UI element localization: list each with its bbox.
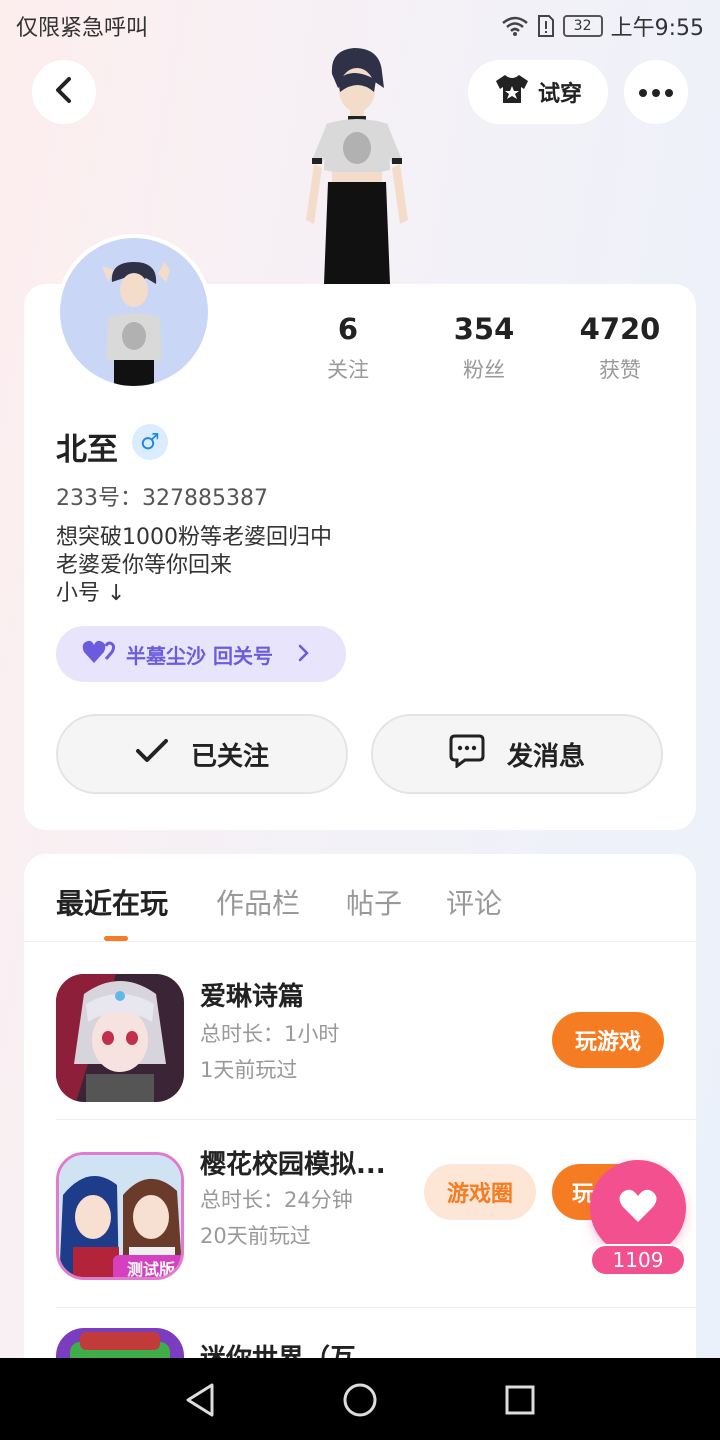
heart-icon (618, 1188, 658, 1228)
shirt-icon (494, 73, 530, 111)
tab-recent-playing[interactable]: 最近在玩 (56, 882, 168, 922)
chevron-right-icon (297, 640, 309, 668)
more-dots-icon (638, 83, 674, 102)
stat-fans-label: 粉丝 (463, 358, 505, 382)
emergency-call-text: 仅限紧急呼叫 (16, 16, 149, 41)
stat-following-value: 6 (337, 312, 359, 346)
chat-bubble-icon (449, 734, 485, 775)
status-time: 上午9:55 (610, 16, 704, 41)
character-figure-image (292, 44, 422, 284)
stat-likes-value: 4720 (579, 312, 661, 346)
user-name: 北至 (56, 432, 118, 468)
check-icon (135, 738, 169, 771)
game-title[interactable]: 爱琳诗篇 (200, 976, 304, 1013)
game-title[interactable]: 樱花校园模拟... (200, 1144, 386, 1181)
nav-home-icon[interactable] (338, 1378, 382, 1422)
game-test-badge: 测试版 (126, 1260, 175, 1279)
game-duration: 总时长：1小时 (200, 1022, 340, 1046)
tab-active-indicator (104, 936, 128, 941)
system-nav-bar (0, 1358, 720, 1440)
stat-following[interactable]: 6 关注 (288, 312, 408, 384)
relation-tag-label: 半墓尘沙 回关号 (126, 643, 273, 668)
status-bar: 仅限紧急呼叫 32 上午9:55 (0, 0, 720, 50)
game-last-played: 1天前玩过 (200, 1058, 298, 1082)
try-on-button[interactable]: 试穿 (468, 60, 608, 124)
bio-line: 想突破1000粉等老婆回归中 (56, 525, 332, 550)
followed-label: 已关注 (190, 741, 269, 772)
status-icons: 32 上午9:55 (501, 10, 704, 42)
followed-button[interactable]: 已关注 (56, 714, 348, 794)
try-on-label: 试穿 (537, 82, 582, 107)
like-button[interactable] (590, 1160, 686, 1256)
stat-fans-value: 354 (453, 312, 515, 346)
game-circle-button[interactable]: 游戏圈 (424, 1164, 536, 1220)
game-duration: 总时长：24分钟 (200, 1188, 353, 1212)
battery-icon: 32 (562, 15, 603, 37)
tab-posts[interactable]: 帖子 (346, 882, 402, 922)
play-game-button[interactable]: 玩游戏 (552, 1012, 664, 1068)
tab-bar: 最近在玩 作品栏 帖子 评论 (24, 854, 696, 942)
game-row[interactable]: 爱琳诗篇 总时长：1小时 1天前玩过 玩游戏 (56, 942, 696, 1120)
relation-tag[interactable]: 半墓尘沙 回关号 (56, 626, 346, 682)
nav-back-icon[interactable] (178, 1378, 222, 1422)
game-icon-ailin[interactable] (56, 974, 184, 1102)
game-last-played: 20天前玩过 (200, 1224, 311, 1248)
tab-works[interactable]: 作品栏 (216, 882, 300, 922)
bio-line: 小号 ↓ (56, 581, 126, 606)
avatar[interactable] (56, 234, 212, 390)
stat-fans[interactable]: 354 粉丝 (424, 312, 544, 384)
more-button[interactable] (624, 60, 688, 124)
chevron-left-icon (53, 76, 75, 108)
double-heart-icon (82, 639, 116, 670)
nav-recents-icon[interactable] (498, 1378, 542, 1422)
sim-alert-icon (537, 14, 555, 38)
send-message-label: 发消息 (506, 741, 585, 772)
gender-male-icon: ♂ (132, 424, 168, 460)
like-count: 1109 (590, 1244, 686, 1276)
send-message-button[interactable]: 发消息 (371, 714, 663, 794)
user-id[interactable]: 233号：327885387 (56, 480, 268, 512)
user-bio: 想突破1000粉等老婆回归中 老婆爱你等你回来 小号 ↓ (56, 524, 332, 608)
stat-likes[interactable]: 4720 获赞 (560, 312, 680, 384)
stat-likes-label: 获赞 (599, 358, 641, 382)
stat-following-label: 关注 (327, 358, 369, 382)
wifi-icon (501, 15, 529, 37)
content-panel: 最近在玩 作品栏 帖子 评论 爱琳诗篇 总时长：1小时 1天前玩过 玩游戏 测试… (24, 854, 696, 1374)
back-button[interactable] (32, 60, 96, 124)
game-icon-sakura[interactable]: 测试版 (56, 1152, 184, 1280)
tab-comments[interactable]: 评论 (446, 882, 502, 922)
bio-line: 老婆爱你等你回来 (56, 553, 233, 578)
avatar-image (60, 238, 208, 386)
